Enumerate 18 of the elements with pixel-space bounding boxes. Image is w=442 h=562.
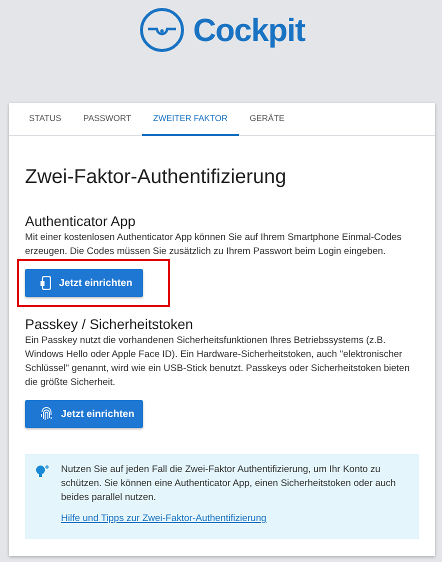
phone-icon [40, 276, 51, 290]
help-link[interactable]: Hilfe und Tipps zur Zwei-Faktor-Authentifizierung [61, 513, 266, 524]
tab[interactable]: PASSWORT [72, 103, 142, 136]
fingerprint-icon [40, 407, 53, 421]
lightbulb-icon [35, 464, 51, 480]
section-heading: Authenticator App [25, 212, 137, 230]
section-heading: Passkey / Sicherheitstoken [25, 315, 194, 333]
tab[interactable]: ZWEITER FAKTOR [142, 103, 239, 136]
page-heading: Zwei-Faktor-Authentifizierung [25, 165, 288, 190]
logo-icon [139, 7, 186, 53]
setup-button[interactable]: Jetzt einrichten [25, 269, 143, 297]
section-description: Ein Passkey nutzt die vorhandenen Sicherheitsfunktionen Ihres Betriebssystems (z.B. Windows Hello oder Apple Face ID). Ein Hardware-Sicherheitstoken, auch "elektronischer Schlüssel" genannt, wird wie ein USB-Stick benutzt. Passkeys oder Sicherheitstoken bieten die größte Sicherheit. [25, 334, 411, 390]
section-description: Mit einer kostenlosen Authenticator App können Sie auf Ihrem Smartphone Einmal-Codes erzeugen. Die Codes müssen Sie zusätzlich zu Ihrem Passwort beim Login eingeben. [25, 231, 403, 259]
setup-button[interactable]: Jetzt einrichten [25, 400, 143, 428]
logo-text: Cockpit [193, 14, 305, 46]
tip-text: Nutzen Sie auf jeden Fall die Zwei-Faktor Authentifizierung, um Ihr Konto zu schützen. Sie können eine Authenticator App, einen Sicherheitstoken oder auch beides parallel nutzen. [61, 463, 397, 505]
tab[interactable]: STATUS [18, 103, 72, 136]
tab[interactable]: GERÄTE [238, 103, 296, 136]
